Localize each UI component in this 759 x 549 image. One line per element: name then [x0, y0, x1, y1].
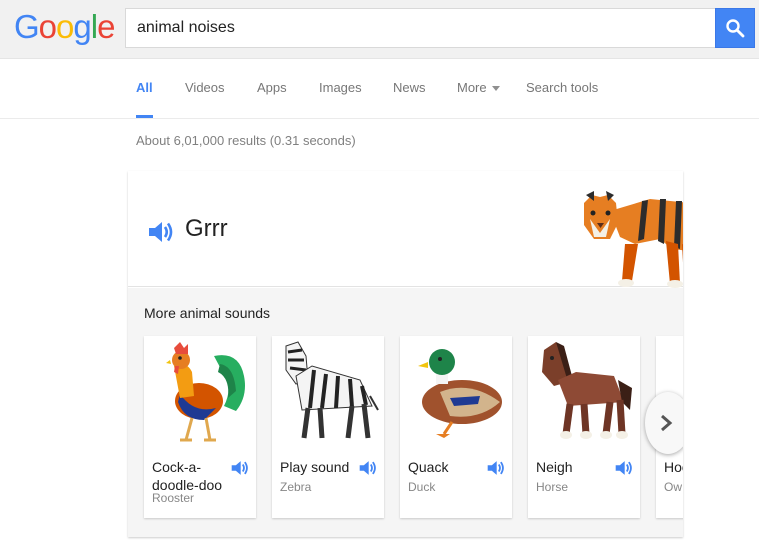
animal-card-zebra[interactable]: Play sound Zebra: [272, 336, 384, 518]
next-arrow-button[interactable]: [645, 392, 683, 454]
animal-sound-label: Play sound: [280, 459, 350, 475]
logo-letter: g: [73, 8, 91, 45]
search-icon: [726, 19, 745, 38]
speaker-icon[interactable]: [230, 459, 250, 477]
tab-more[interactable]: More: [457, 59, 500, 118]
animal-name: Ow: [664, 480, 682, 494]
search-box: [125, 8, 716, 48]
animal-sound-label: Cock-a-doodle-doo: [152, 459, 223, 493]
tab-label: More: [457, 80, 487, 95]
animal-name: Zebra: [280, 480, 312, 494]
chevron-right-icon: [661, 414, 673, 432]
logo-letter: e: [97, 8, 115, 45]
tab-label: Apps: [257, 80, 287, 95]
animal-card-duck[interactable]: Quack Duck: [400, 336, 512, 518]
caret-down-icon: [491, 86, 500, 92]
sound-title: Grrr: [185, 215, 228, 242]
header: Google: [0, 0, 759, 59]
animal-card-horse[interactable]: Neigh Horse: [528, 336, 640, 518]
animal-name: Rooster: [152, 491, 195, 505]
logo-letter: G: [14, 8, 40, 45]
logo-letter: o: [56, 8, 74, 45]
google-logo[interactable]: Google: [14, 7, 115, 47]
animal-card-rooster[interactable]: Cock-a-doodle-doo Rooster: [144, 336, 256, 518]
result-stats: About 6,01,000 results (0.31 seconds): [136, 133, 356, 148]
duck-icon: [418, 349, 502, 438]
more-animal-sounds: More animal sounds Cock-a-doodle-doo Roo…: [128, 288, 683, 537]
animal-sound-label: Quack: [408, 459, 449, 475]
tab-label: All: [136, 80, 153, 95]
tab-images[interactable]: Images: [319, 59, 362, 118]
animal-sound-label: Neigh: [536, 459, 573, 475]
tab-apps[interactable]: Apps: [257, 59, 287, 118]
search-input[interactable]: [137, 9, 707, 47]
search-tabs: All Videos Apps Images News More Search …: [0, 59, 759, 119]
speaker-icon[interactable]: [358, 459, 378, 477]
tab-label: Videos: [185, 80, 225, 95]
speaker-icon[interactable]: [486, 459, 506, 477]
tab-search-tools[interactable]: Search tools: [526, 59, 598, 118]
speaker-icon[interactable]: [614, 459, 634, 477]
animal-name: Duck: [408, 480, 436, 494]
animal-sounds-card: Grrr More animal sounds Cock-a-doodle-do…: [128, 171, 683, 537]
tab-label: Images: [319, 80, 362, 95]
logo-letter: o: [38, 8, 57, 45]
tab-news[interactable]: News: [393, 59, 426, 118]
featured-sound: Grrr: [128, 171, 683, 288]
zebra-icon: [285, 341, 379, 439]
tiger-icon: [584, 191, 683, 288]
more-animal-sounds-label: More animal sounds: [144, 305, 271, 321]
search-button[interactable]: [715, 8, 755, 48]
tab-videos[interactable]: Videos: [185, 59, 225, 118]
tab-label: News: [393, 80, 426, 95]
tab-label: Search tools: [526, 80, 599, 95]
rooster-icon: [166, 342, 245, 442]
animal-name: Horse: [536, 480, 569, 494]
speaker-icon[interactable]: [147, 219, 175, 245]
tab-all[interactable]: All: [136, 59, 153, 118]
horse-icon: [542, 342, 632, 439]
animal-sound-label: Hoo: [664, 459, 683, 475]
